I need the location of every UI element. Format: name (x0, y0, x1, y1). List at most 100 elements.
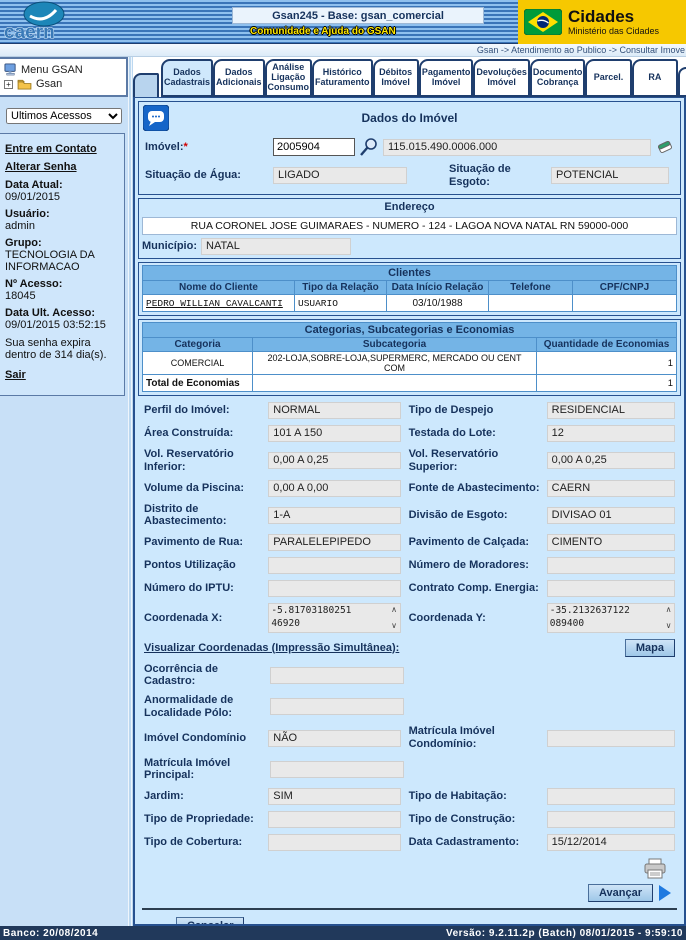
matricula-imovel-principal-label: Matrícula Imóvel Principal: (144, 757, 270, 782)
required-mark: * (184, 141, 188, 153)
distrito-abastecimento-label: Distrito de Abastecimento: (144, 503, 268, 528)
col-data-inicio: Data Início Relação (387, 281, 489, 295)
coordenada-y-field[interactable]: -35.2132637122 089400 ∧∨ (547, 603, 675, 633)
area-construida-field: 101 A 150 (268, 425, 400, 442)
pontos-utilizacao-field (268, 557, 400, 574)
menu-gsan-label: Menu GSAN (21, 64, 83, 76)
user-value: admin (5, 220, 120, 232)
imovel-input[interactable] (273, 138, 355, 156)
vol-reservatorio-superior-label: Vol. Reservatório Superior: (409, 448, 547, 473)
vol-reservatorio-inferior-label: Vol. Reservatório Inferior: (144, 448, 268, 473)
tab-pagamento-imovel[interactable]: Pagamento Imóvel (419, 59, 474, 97)
computer-icon (4, 63, 17, 76)
field-row: Anormalidade de Localidade Pólo: (138, 691, 681, 722)
folder-icon (17, 79, 32, 90)
footer: Banco: 20/08/2014 Versão: 9.2.11.2p (Bat… (0, 926, 686, 940)
pavimento-calcada-label: Pavimento de Calçada: (409, 536, 547, 549)
spin-down-icon[interactable]: ∨ (663, 622, 674, 630)
tab-stub (133, 73, 159, 97)
tipo-propriedade-field (268, 811, 400, 828)
cliente-data-inicio: 03/10/1988 (387, 295, 489, 312)
vol-reservatorio-superior-field: 0,00 A 0,25 (547, 452, 675, 469)
footer-banco: Banco: 20/08/2014 (3, 928, 98, 939)
numero-iptu-label: Número do IPTU: (144, 582, 268, 595)
categoria-row: COMERCIAL 202-LOJA,SOBRE-LOJA,SUPERMERC,… (143, 352, 677, 375)
tree-item-label: Gsan (36, 78, 62, 90)
field-row: Pavimento de Rua: PARALELEPIPEDO Pavimen… (138, 531, 681, 554)
col-quantidade-economias: Quantidade de Economias (537, 338, 677, 352)
coordenada-x-field[interactable]: -5.81703180251 46920 ∧∨ (268, 603, 400, 633)
access-number-label: Nº Acesso: (5, 278, 120, 290)
print-icon[interactable] (643, 858, 667, 880)
situacao-agua-field: LIGADO (273, 167, 407, 184)
field-row: Vol. Reservatório Inferior: 0,00 A 0,25 … (138, 445, 681, 476)
spin-up-icon[interactable]: ∧ (389, 606, 400, 614)
avancar-button[interactable]: Avançar (588, 884, 653, 902)
tab-dados-adicionais[interactable]: Dados Adicionais (213, 59, 265, 97)
fields-block-2: Ocorrência de Cadastro: Anormalidade de … (138, 660, 681, 854)
tipo-propriedade-label: Tipo de Propriedade: (144, 813, 268, 826)
tab-partial[interactable] (678, 67, 686, 97)
tipo-cobertura-label: Tipo de Cobertura: (144, 836, 268, 849)
top-header: caern Gsan245 - Base: gsan_comercial Com… (0, 0, 686, 44)
total-economias-label: Total de Economias (143, 375, 253, 392)
endereco-title: Endereço (139, 199, 680, 215)
tab-documento-cobranca[interactable]: Documento Cobrança (530, 59, 586, 97)
group-value: TECNOLOGIA DA INFORMACAO (5, 249, 120, 273)
section-categorias: Categorias, Subcategorias e Economias Ca… (138, 319, 681, 396)
menu-gsan-title[interactable]: Menu GSAN (4, 62, 124, 77)
tab-analise-ligacao-consumo[interactable]: Análise Ligação Consumo (265, 59, 313, 97)
perfil-imovel-label: Perfil do Imóvel: (144, 404, 268, 417)
cliente-nome-link[interactable]: PEDRO WILLIAN CAVALCANTI (143, 295, 295, 312)
breadcrumb: Gsan -> Atendimento ao Publico -> Consul… (477, 45, 685, 55)
distrito-abastecimento-field: 1-A (268, 507, 400, 524)
tab-parcel[interactable]: Parcel. (585, 59, 631, 97)
contact-link[interactable]: Entre em Contato (5, 143, 120, 155)
tipo-cobertura-field (268, 834, 400, 851)
current-date-value: 09/01/2015 (5, 191, 120, 203)
area-construida-label: Área Construída: (144, 427, 268, 440)
testada-lote-field: 12 (547, 425, 675, 442)
community-help-link[interactable]: Comunidade e Ajuda do GSAN (250, 26, 396, 37)
volume-piscina-label: Volume da Piscina: (144, 482, 268, 495)
tab-historico-faturamento[interactable]: Histórico Faturamento (312, 59, 373, 97)
spin-down-icon[interactable]: ∨ (389, 622, 400, 630)
fonte-abastecimento-field: CAERN (547, 480, 675, 497)
logout-link[interactable]: Sair (5, 369, 120, 381)
col-cpf-cnpj: CPF/CNPJ (573, 281, 677, 295)
footer-versao: Versão: 9.2.11.2p (Batch) 08/01/2015 - 9… (446, 928, 683, 939)
total-economias-spacer (253, 375, 537, 392)
access-number-value: 18045 (5, 290, 120, 302)
sidebar-tree-item-gsan[interactable]: + Gsan (4, 77, 124, 91)
visualizar-coordenadas-link[interactable]: Visualizar Coordenadas (Impressão Simult… (144, 642, 399, 655)
fonte-abastecimento-label: Fonte de Abastecimento: (409, 482, 547, 495)
col-telefone: Telefone (489, 281, 573, 295)
tab-debitos-imovel[interactable]: Débitos Imóvel (373, 59, 419, 97)
last-access-select[interactable]: Ultimos Acessos (6, 108, 122, 124)
data-cadastramento-label: Data Cadastramento: (409, 836, 547, 849)
change-password-link[interactable]: Alterar Senha (5, 161, 120, 173)
search-icon[interactable] (359, 137, 379, 157)
forward-arrow-icon[interactable] (659, 885, 671, 901)
total-economias-row: Total de Economias 1 (143, 375, 677, 392)
tab-devolucoes-imovel[interactable]: Devoluções Imóvel (473, 59, 530, 97)
menu-gsan-box: Menu GSAN + Gsan (0, 57, 128, 97)
brazil-flag-icon (524, 9, 562, 35)
cliente-telefone (489, 295, 573, 312)
categorias-table: Categoria Subcategoria Quantidade de Eco… (142, 337, 677, 392)
tab-ra[interactable]: RA (632, 59, 678, 97)
tipo-habitacao-label: Tipo de Habitação: (409, 790, 547, 803)
divisao-esgoto-field: DIVISAO 01 (547, 507, 675, 524)
tree-expand-icon[interactable]: + (4, 80, 13, 89)
caern-logo-icon: caern (0, 0, 128, 44)
cancelar-button[interactable]: Cancelar (176, 917, 244, 926)
form-panel: Dados do Imóvel Imóvel:* 115.015.490.000… (133, 97, 686, 926)
eraser-icon[interactable] (656, 139, 674, 155)
cliente-cpf (573, 295, 677, 312)
spin-up-icon[interactable]: ∧ (663, 606, 674, 614)
numero-iptu-field (268, 580, 400, 597)
imovel-label: Imóvel:* (145, 141, 273, 154)
tab-dados-cadastrais[interactable]: Dados Cadastrais (161, 59, 213, 97)
mapa-button[interactable]: Mapa (625, 639, 675, 657)
numero-moradores-field (547, 557, 675, 574)
